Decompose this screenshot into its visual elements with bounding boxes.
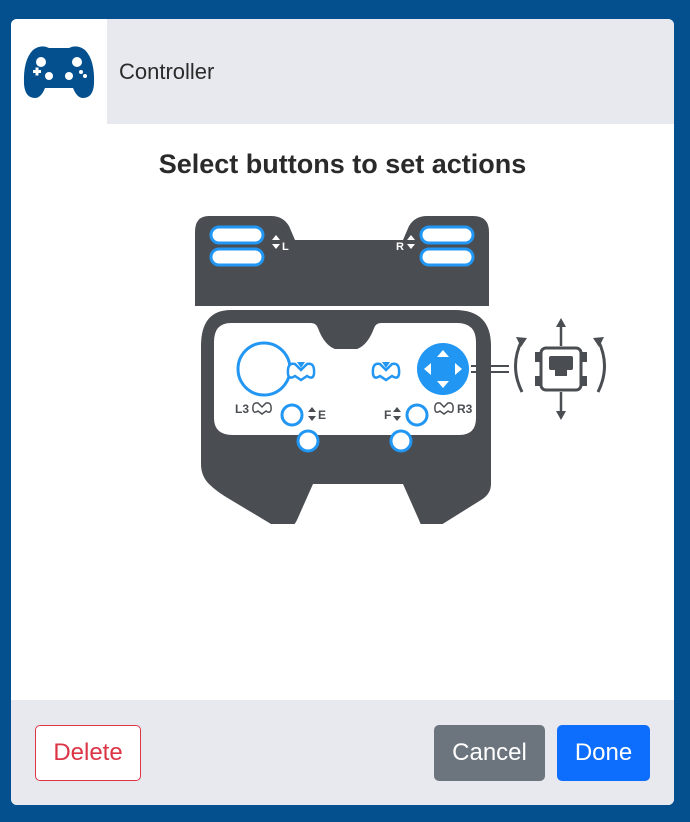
header-icon-tab xyxy=(11,19,107,124)
r-label: R xyxy=(396,241,404,253)
right-stick-icon[interactable] xyxy=(371,362,401,382)
dialog-header: Controller xyxy=(11,19,674,124)
button-f-up[interactable] xyxy=(405,403,429,427)
button-e-down[interactable] xyxy=(296,429,320,453)
r3-label: R3 xyxy=(457,402,473,416)
l3-label: L3 xyxy=(235,402,249,416)
delete-button[interactable]: Delete xyxy=(35,725,141,781)
controller-diagram: L R L3 E F R3 xyxy=(195,216,606,524)
cancel-button[interactable]: Cancel xyxy=(434,725,545,781)
controller-dialog: Controller Select buttons to set actions… xyxy=(11,19,674,805)
button-f-down[interactable] xyxy=(389,429,413,453)
l2-button[interactable] xyxy=(209,247,265,267)
dialog-title: Controller xyxy=(119,59,215,84)
dialog-footer: Delete Cancel Done xyxy=(11,700,674,805)
f-label: F xyxy=(384,408,391,422)
left-joystick[interactable] xyxy=(236,341,292,397)
left-stick-icon[interactable] xyxy=(286,362,316,382)
done-button[interactable]: Done xyxy=(557,725,650,781)
gamepad-icon xyxy=(23,46,95,98)
e-label: E xyxy=(318,408,326,422)
button-e-up[interactable] xyxy=(280,403,304,427)
l-label: L xyxy=(282,241,289,253)
robot-drive-icon xyxy=(514,318,606,420)
l1-button[interactable] xyxy=(209,225,265,245)
r2-button[interactable] xyxy=(419,247,475,267)
instruction-heading: Select buttons to set actions xyxy=(158,149,527,179)
r1-button[interactable] xyxy=(419,225,475,245)
